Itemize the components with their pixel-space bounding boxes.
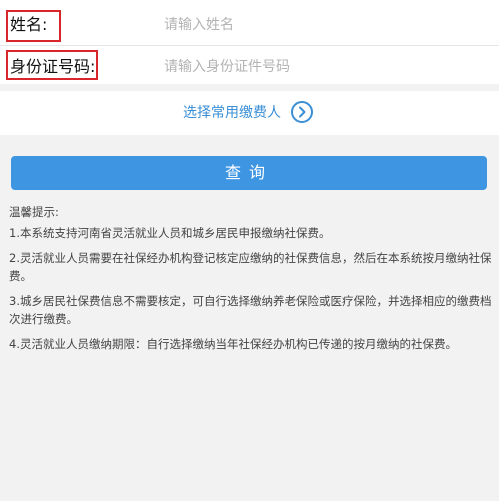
tips-title: 温馨提示: — [9, 205, 59, 219]
id-number-input[interactable] — [164, 54, 484, 80]
select-payer-link[interactable]: 选择常用缴费人 — [183, 103, 281, 123]
tip-item: 1.本系统支持河南省灵活就业人员和城乡居民申报缴纳社保费。 — [9, 226, 331, 240]
name-input[interactable] — [164, 12, 484, 38]
tip-item: 4.灵活就业人员缴纳期限：自行选择缴纳当年社保经办机构已传递的按月缴纳的社保费。 — [9, 337, 457, 351]
chevron-right-circle-icon[interactable] — [291, 101, 313, 123]
payer-selector[interactable]: 选择常用缴费人 — [0, 91, 499, 135]
id-label-highlight — [6, 50, 98, 80]
name-row: 姓名: — [0, 4, 499, 46]
tip-item: 2.灵活就业人员需要在社保经办机构登记核定应缴纳的社保费信息，然后在本系统按月缴… — [9, 251, 492, 283]
form-card: 姓名: 身份证号码: — [0, 0, 499, 84]
query-button[interactable]: 查询 — [11, 156, 487, 190]
tip-item: 3.城乡居民社保费信息不需要核定，可自行选择缴纳养老保险或医疗保险，并选择相应的… — [9, 294, 492, 326]
name-label-highlight — [6, 10, 61, 42]
tips-section: 温馨提示: 1.本系统支持河南省灵活就业人员和城乡居民申报缴纳社保费。 2.灵活… — [9, 203, 493, 360]
